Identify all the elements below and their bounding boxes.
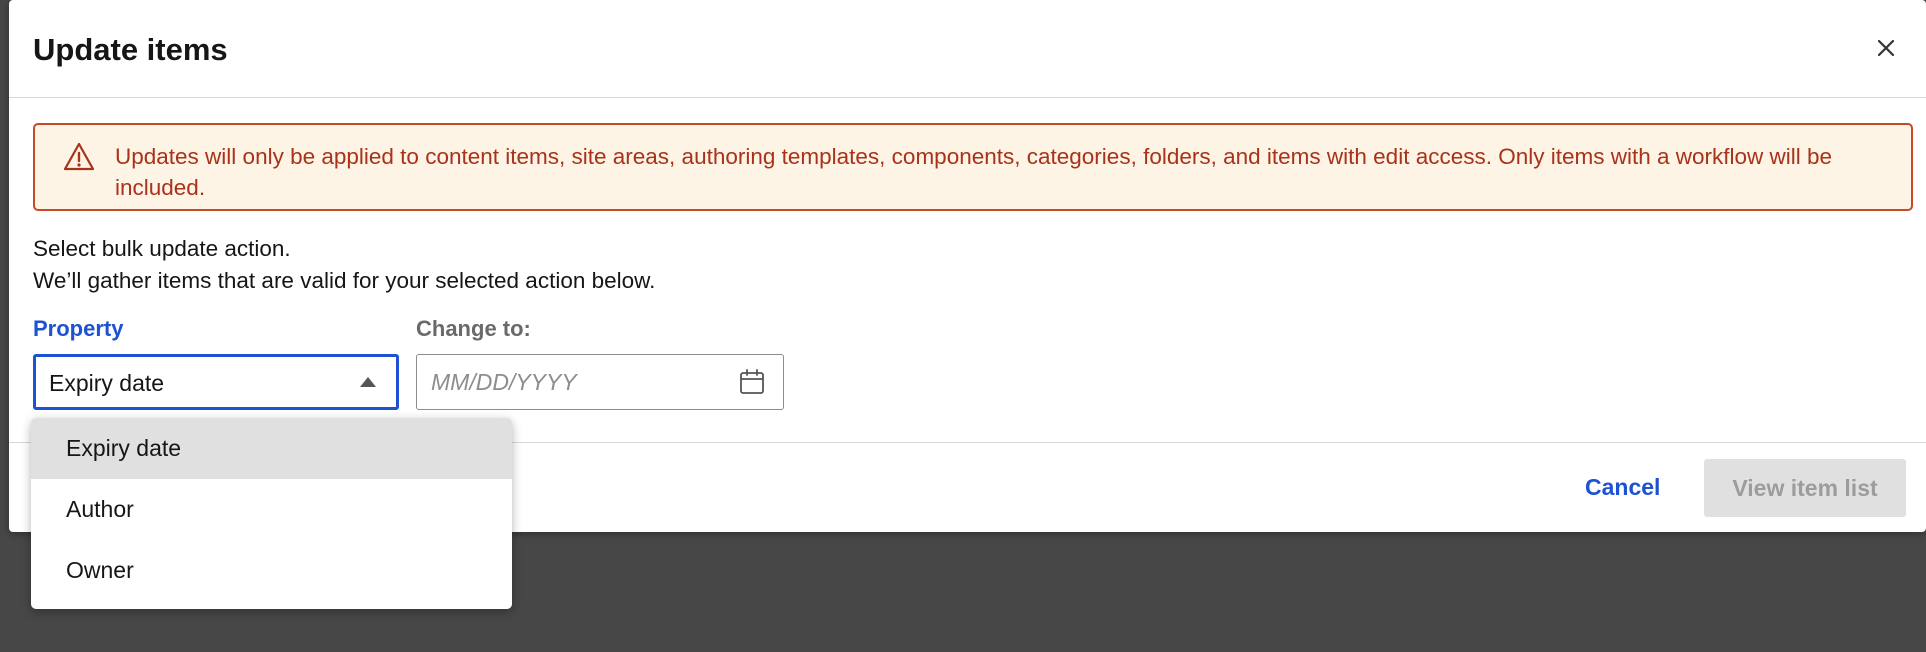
- close-icon: [1877, 39, 1895, 57]
- intro-text: Select bulk update action. We’ll gather …: [33, 233, 655, 297]
- cancel-button[interactable]: Cancel: [1585, 474, 1660, 501]
- dropdown-option-owner[interactable]: Owner: [31, 540, 512, 601]
- change-to-date-field: [416, 354, 784, 410]
- calendar-icon: [740, 369, 764, 394]
- intro-line-1: Select bulk update action.: [33, 236, 291, 261]
- property-label: Property: [33, 316, 124, 341]
- change-to-label: Change to:: [416, 316, 531, 341]
- view-item-list-button[interactable]: View item list: [1704, 459, 1906, 517]
- intro-line-2: We’ll gather items that are valid for yo…: [33, 268, 656, 293]
- warning-notification: Updates will only be applied to content …: [33, 123, 1913, 211]
- dropdown-option-expiry-date[interactable]: Expiry date: [31, 418, 512, 479]
- chevron-up-icon: [360, 377, 376, 387]
- close-button[interactable]: [1872, 34, 1900, 62]
- warning-icon: [63, 142, 95, 171]
- dialog-header: Update items: [9, 0, 1926, 98]
- calendar-button[interactable]: [737, 367, 767, 397]
- property-selected-value: Expiry date: [49, 370, 165, 396]
- property-dropdown-menu: Expiry date Author Owner: [31, 418, 512, 609]
- property-select[interactable]: Expiry date: [33, 354, 399, 410]
- dialog-title: Update items: [33, 32, 228, 67]
- dropdown-option-author[interactable]: Author: [31, 479, 512, 540]
- date-input[interactable]: [431, 366, 701, 398]
- warning-text: Updates will only be applied to content …: [115, 144, 1833, 200]
